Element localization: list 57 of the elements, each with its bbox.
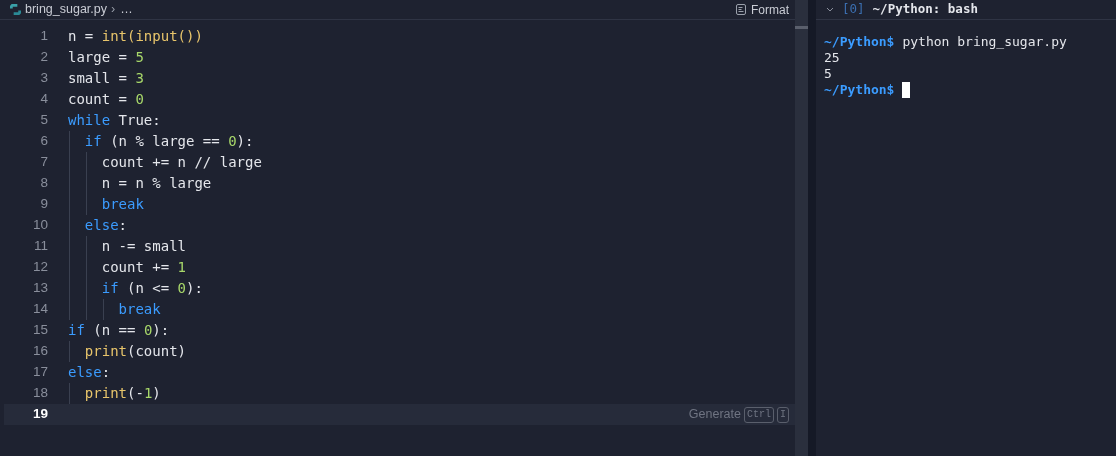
code-line: if (n <= 0): bbox=[100, 279, 203, 298]
line-number: 14 bbox=[31, 300, 48, 319]
code-line: small = 3 bbox=[68, 69, 144, 88]
code-line: break bbox=[117, 300, 161, 319]
output-line: 5 bbox=[824, 66, 832, 82]
line-number: 17 bbox=[31, 363, 48, 382]
code-line: print(-1) bbox=[83, 384, 161, 403]
code-line: large = 5 bbox=[68, 48, 144, 67]
line-number: 19 bbox=[31, 405, 48, 424]
key-cap: Ctrl bbox=[743, 406, 774, 423]
code-line: else: bbox=[68, 363, 111, 382]
line-number: 15 bbox=[31, 321, 48, 340]
terminal-index: [0] bbox=[842, 0, 865, 19]
file-name[interactable]: bring_sugar.py bbox=[25, 0, 107, 19]
code-line: count += 1 bbox=[100, 258, 186, 277]
code-line: count += n // large bbox=[100, 153, 262, 172]
code-line: else: bbox=[83, 216, 127, 235]
pane-splitter[interactable] bbox=[808, 0, 816, 456]
code-line: if (n % large == 0): bbox=[83, 132, 254, 151]
code-line: while True: bbox=[68, 111, 161, 130]
code-line: count = 0 bbox=[68, 90, 144, 109]
code-line: if (n == 0): bbox=[68, 321, 170, 340]
command: python bring_sugar.py bbox=[902, 34, 1067, 50]
code-line: break bbox=[100, 195, 144, 214]
text-cursor bbox=[902, 82, 911, 98]
breadcrumb-separator: › bbox=[111, 1, 116, 19]
format-button[interactable]: Format bbox=[736, 0, 789, 19]
line-number: 13 bbox=[31, 279, 48, 298]
python-icon bbox=[10, 4, 21, 15]
line-number: 9 bbox=[39, 195, 48, 214]
prompt: ~/Python$ bbox=[824, 34, 895, 50]
breadcrumb-more[interactable]: … bbox=[120, 0, 133, 19]
terminal-title: ~/Python: bash bbox=[872, 0, 978, 19]
line-number: 5 bbox=[39, 111, 48, 130]
line-number: 3 bbox=[39, 69, 48, 88]
line-number: 1 bbox=[39, 27, 48, 46]
line-number: 6 bbox=[39, 132, 48, 151]
key-cap: I bbox=[777, 406, 789, 423]
line-number: 11 bbox=[33, 237, 48, 256]
line-number: 18 bbox=[31, 384, 48, 403]
code-line: n = n % large bbox=[100, 174, 212, 193]
format-icon bbox=[736, 4, 746, 15]
line-number: 2 bbox=[39, 48, 48, 67]
line-number: 16 bbox=[31, 342, 48, 361]
scrollbar[interactable] bbox=[795, 0, 808, 456]
line-number: 12 bbox=[31, 258, 48, 277]
line-number: 7 bbox=[39, 153, 48, 172]
code-line: print(count) bbox=[83, 342, 187, 361]
code-line: n -= small bbox=[100, 237, 186, 256]
chevron-down-icon[interactable] bbox=[826, 7, 834, 12]
generate-hint: Generate bbox=[688, 406, 741, 424]
line-number: 10 bbox=[31, 216, 48, 235]
line-number: 4 bbox=[39, 90, 48, 109]
prompt: ~/Python$ bbox=[824, 82, 895, 98]
code-line: n = int(input()) bbox=[68, 27, 203, 46]
output-line: 25 bbox=[824, 50, 840, 66]
line-number: 8 bbox=[39, 174, 48, 193]
